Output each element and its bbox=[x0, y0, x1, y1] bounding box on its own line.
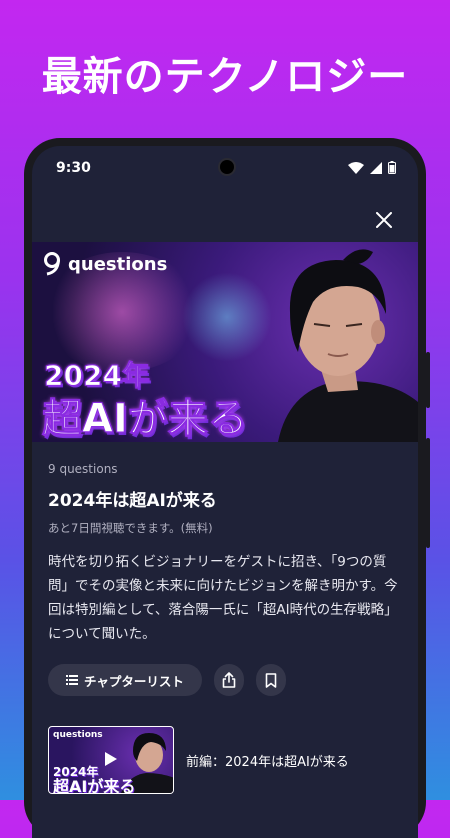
chapter-list-button[interactable]: チャプターリスト bbox=[48, 664, 202, 696]
play-icon bbox=[105, 752, 117, 766]
share-button[interactable] bbox=[214, 664, 244, 696]
availability-text: あと7日間視聴できます。(無料) bbox=[48, 521, 213, 535]
questions-logo: questions bbox=[42, 252, 167, 276]
episode-list-item[interactable]: questions 2024年 超AIが来る 前編：2024年は超AIが来る bbox=[48, 726, 349, 794]
hero-thumbnail[interactable]: questions 2024年 超AIが来る bbox=[32, 242, 418, 442]
phone-volume-button bbox=[426, 438, 430, 548]
app-screen: 9:30 questions 2024年 超AIが来る 9 questions … bbox=[32, 146, 418, 838]
promo-headline: 最新のテクノロジー bbox=[41, 54, 409, 100]
front-camera bbox=[220, 160, 234, 174]
chapter-list-label: チャプターリスト bbox=[84, 673, 184, 689]
share-icon bbox=[222, 672, 236, 688]
status-bar: 9:30 bbox=[32, 146, 418, 186]
wifi-icon bbox=[348, 161, 364, 174]
action-bar: チャプターリスト bbox=[48, 664, 286, 696]
list-icon bbox=[66, 675, 79, 685]
program-name: 9 questions bbox=[48, 462, 118, 476]
episode-description: 時代を切り拓くビジョナリーをゲストに招き、「9つの質問」でその実像と未来に向けた… bbox=[48, 554, 398, 642]
bookmark-button[interactable] bbox=[256, 664, 286, 696]
close-icon bbox=[376, 212, 392, 228]
phone-frame: 9:30 questions 2024年 超AIが来る 9 questions … bbox=[24, 138, 430, 838]
status-icons bbox=[348, 161, 396, 174]
nine-logo-icon bbox=[44, 252, 60, 276]
episode-title: 2024年は超AIが来る bbox=[48, 491, 217, 511]
phone-side-button bbox=[426, 352, 430, 408]
episode-label: 前編：2024年は超AIが来る bbox=[186, 754, 349, 770]
thumbnail-title-text: 超AIが来る bbox=[53, 777, 136, 794]
speaker-photo bbox=[278, 249, 418, 442]
bookmark-icon bbox=[265, 672, 277, 688]
cellular-signal-icon bbox=[370, 161, 382, 174]
battery-icon bbox=[388, 161, 396, 174]
episode-details: 9 questions 2024年は超AIが来る あと7日間視聴できます。(無料… bbox=[48, 462, 402, 646]
hero-title-text: 超AIが来る bbox=[42, 396, 249, 443]
status-time: 9:30 bbox=[56, 160, 91, 176]
close-button[interactable] bbox=[370, 206, 398, 234]
hero-logo-text: questions bbox=[68, 253, 168, 275]
episode-thumbnail[interactable]: questions 2024年 超AIが来る bbox=[48, 726, 174, 794]
thumbnail-logo-text: questions bbox=[53, 730, 103, 740]
